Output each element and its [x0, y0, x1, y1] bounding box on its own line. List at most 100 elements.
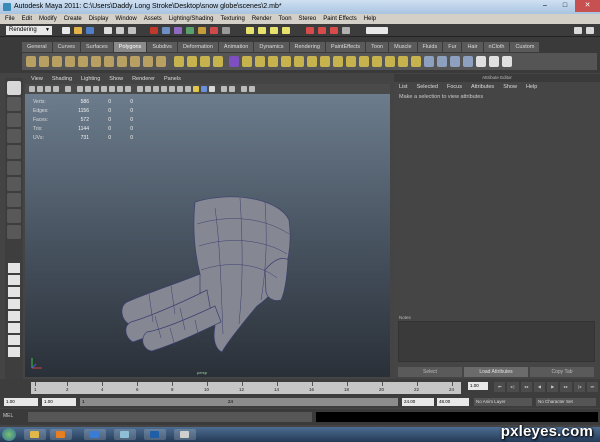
menu-set-dropdown[interactable]: Rendering ▼ — [6, 26, 52, 35]
mel-label[interactable]: MEL — [3, 413, 13, 419]
load-attributes-button[interactable]: Load Attributes — [464, 367, 528, 377]
anim-layer-dropdown[interactable]: No Anim Layer — [474, 398, 532, 406]
smooth-shade-all-icon[interactable] — [145, 86, 151, 92]
panel-menu-renderer[interactable]: Renderer — [132, 74, 155, 84]
menu-help[interactable]: Help — [364, 14, 376, 24]
playback-end-field[interactable]: 24.00 — [402, 398, 434, 406]
safe-title-icon[interactable] — [125, 86, 131, 92]
panel-menu-panels[interactable]: Panels — [164, 74, 181, 84]
character-set-dropdown[interactable]: No Character Set — [536, 398, 596, 406]
reduce-icon[interactable] — [268, 56, 278, 67]
shelf-tab-fur[interactable]: Fur — [443, 42, 462, 52]
wireframe-on-shaded-icon[interactable] — [185, 86, 191, 92]
shelf-tab-fluids[interactable]: Fluids — [417, 42, 443, 52]
playback-start-field[interactable]: 1.00 — [42, 398, 76, 406]
snap-surface-icon[interactable] — [282, 27, 290, 34]
show-attribute-editor-icon[interactable] — [574, 27, 582, 34]
open-scene-icon[interactable] — [74, 27, 82, 34]
mask-dynamics-icon[interactable] — [222, 27, 230, 34]
points-icon[interactable] — [177, 86, 183, 92]
taskbar-ie-app[interactable] — [84, 429, 106, 440]
shelf-tab-animation[interactable]: Animation — [218, 42, 254, 52]
insert-edge-loop-icon[interactable] — [359, 56, 369, 67]
select-hierarchy-icon[interactable] — [104, 27, 112, 34]
taskbar-folder-app[interactable] — [24, 429, 46, 440]
select-tool-icon[interactable] — [7, 81, 21, 95]
persp-outliner-layout-icon[interactable] — [8, 287, 20, 297]
range-slider-bar[interactable]: 1 24 — [80, 398, 398, 406]
menu-lighting-shading[interactable]: Lighting/Shading — [169, 14, 214, 24]
minimize-button[interactable]: – — [536, 0, 554, 12]
mask-joints-icon[interactable] — [174, 27, 182, 34]
snap-point-icon[interactable] — [270, 27, 278, 34]
render-settings-icon[interactable] — [342, 27, 350, 34]
offset-edge-loop-icon[interactable] — [372, 56, 382, 67]
ae-menu-show[interactable]: Show — [503, 82, 517, 92]
step-back-key-icon[interactable]: ◂◂ — [520, 382, 532, 392]
append-polygon-icon[interactable] — [333, 56, 343, 67]
panel-menu-shading[interactable]: Shading — [52, 74, 72, 84]
construction-history-icon[interactable] — [306, 27, 314, 34]
lasso-tool-icon[interactable] — [7, 97, 21, 111]
taskbar-photoshop-app[interactable] — [144, 429, 166, 440]
shelf-tab-toon[interactable]: Toon — [366, 42, 389, 52]
windows-start-icon[interactable] — [2, 428, 16, 441]
poly-cube-icon[interactable] — [39, 56, 49, 67]
poly-prism-icon[interactable] — [104, 56, 114, 67]
panel-menu-view[interactable]: View — [31, 74, 43, 84]
shelf-tab-subdivs[interactable]: Subdivs — [147, 42, 177, 52]
scale-tool-icon[interactable] — [7, 161, 21, 175]
smooth-shade-selected-icon[interactable] — [153, 86, 159, 92]
high-quality-icon[interactable] — [241, 86, 247, 92]
menu-paint-effects[interactable]: Paint Effects — [323, 14, 357, 24]
mask-handles-icon[interactable] — [162, 27, 170, 34]
menu-texturing[interactable]: Texturing — [220, 14, 244, 24]
select-object-icon[interactable] — [116, 27, 124, 34]
ae-menu-focus[interactable]: Focus — [447, 82, 462, 92]
flat-shade-icon[interactable] — [161, 86, 167, 92]
play-forward-icon[interactable]: ▶ — [547, 382, 559, 392]
step-back-icon[interactable]: ◂❘ — [507, 382, 519, 392]
mask-surfaces-icon[interactable] — [198, 27, 206, 34]
quadrangulate-icon[interactable] — [294, 56, 304, 67]
xray-icon[interactable] — [221, 86, 227, 92]
ae-menu-attributes[interactable]: Attributes — [471, 82, 494, 92]
move-tool-icon[interactable] — [7, 129, 21, 143]
new-scene-icon[interactable] — [62, 27, 70, 34]
panel-menu-show[interactable]: Show — [109, 74, 123, 84]
field-chart-icon[interactable] — [109, 86, 115, 92]
collapse-icon[interactable] — [411, 56, 421, 67]
smooth-icon[interactable] — [229, 56, 239, 67]
checker-uv-icon[interactable] — [476, 56, 486, 67]
menu-edit[interactable]: Edit — [22, 14, 32, 24]
fill-hole-icon[interactable] — [255, 56, 265, 67]
animation-start-field[interactable]: 1.00 — [4, 398, 38, 406]
shelf-tab-general[interactable]: General — [22, 42, 52, 52]
menu-render[interactable]: Render — [252, 14, 272, 24]
current-frame-field[interactable]: 1.00 — [468, 382, 488, 390]
skip-to-end-icon[interactable]: ⏭ — [586, 382, 598, 392]
uv-texture-editor-icon[interactable] — [489, 56, 499, 67]
graph-editor-layout-icon[interactable] — [8, 335, 20, 345]
shadows-icon[interactable] — [209, 86, 215, 92]
poly-cone-icon[interactable] — [65, 56, 75, 67]
select-component-icon[interactable] — [128, 27, 136, 34]
notes-field[interactable] — [398, 321, 595, 362]
combine-icon[interactable] — [174, 56, 184, 67]
menu-create[interactable]: Create — [64, 14, 82, 24]
hand-mesh[interactable] — [25, 94, 390, 377]
soft-modification-icon[interactable] — [7, 193, 21, 207]
poly-pipe-icon[interactable] — [130, 56, 140, 67]
step-forward-icon[interactable]: ❘▸ — [573, 382, 585, 392]
selection-mask-icon[interactable] — [150, 27, 158, 34]
gate-mask-icon[interactable] — [101, 86, 107, 92]
poly-soccer-ball-icon[interactable] — [156, 56, 166, 67]
snap-grid-icon[interactable] — [246, 27, 254, 34]
input-line-field[interactable] — [366, 27, 388, 34]
grid-toggle-icon[interactable] — [77, 86, 83, 92]
ae-menu-list[interactable]: List — [399, 82, 408, 92]
select-camera-icon[interactable] — [29, 86, 35, 92]
command-input[interactable] — [28, 412, 312, 422]
film-gate-icon[interactable] — [85, 86, 91, 92]
safe-action-icon[interactable] — [117, 86, 123, 92]
